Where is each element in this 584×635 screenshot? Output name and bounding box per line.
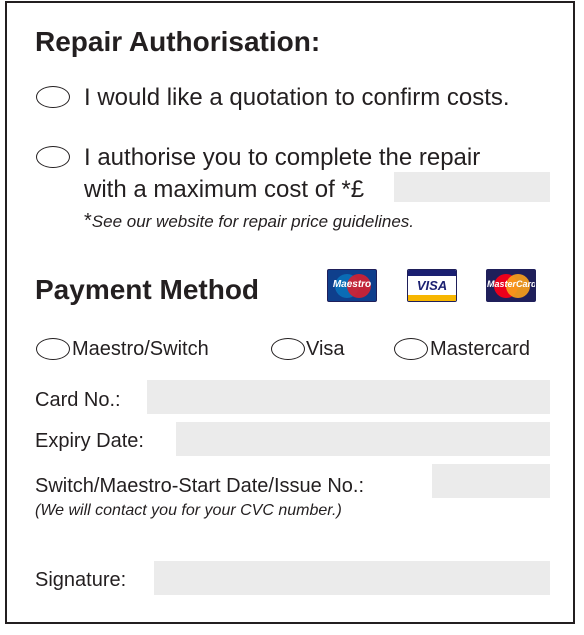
authorise-option-label: I authorise you to complete the repair	[84, 144, 481, 171]
maestro-switch-label: Maestro/Switch	[72, 338, 209, 360]
visa-radio[interactable]	[271, 338, 305, 360]
card-number-label: Card No.:	[35, 389, 121, 411]
quotation-option-label: I would like a quotation to confirm cost…	[84, 84, 510, 111]
visa-label: Visa	[306, 338, 345, 360]
payment-method-heading: Payment Method	[35, 274, 260, 305]
note-asterisk: *	[84, 210, 92, 232]
switch-issue-label: Switch/Maestro-Start Date/Issue No.:	[35, 475, 365, 497]
signature-field[interactable]	[154, 561, 550, 595]
note-text: See our website for repair price guideli…	[91, 212, 415, 231]
mastercard-radio[interactable]	[394, 338, 428, 360]
card-number-field[interactable]	[147, 380, 550, 414]
visa-top-stripe	[408, 270, 456, 276]
mastercard-label: Mastercard	[430, 338, 531, 360]
switch-issue-field[interactable]	[432, 464, 550, 498]
max-cost-field[interactable]	[394, 172, 550, 202]
visa-bottom-stripe	[408, 295, 456, 301]
expiry-date-label: Expiry Date:	[35, 430, 144, 452]
maestro-switch-radio[interactable]	[36, 338, 70, 360]
mastercard-logo: MasterCard	[486, 269, 536, 302]
maestro-logo-text: Maestro	[332, 279, 372, 290]
mastercard-logo-text: MasterCard	[487, 279, 536, 289]
price-guidelines-note: *See our website for repair price guidel…	[84, 210, 414, 233]
cvc-note: (We will contact you for your CVC number…	[35, 502, 342, 519]
repair-authorisation-heading: Repair Authorisation:	[35, 26, 321, 57]
quotation-radio[interactable]	[36, 86, 70, 108]
max-cost-label: with a maximum cost of *£	[84, 176, 365, 203]
visa-logo: VISA	[407, 269, 457, 302]
signature-label: Signature:	[35, 569, 127, 591]
expiry-date-field[interactable]	[176, 422, 550, 456]
visa-logo-text: VISA	[416, 278, 448, 293]
authorise-radio[interactable]	[36, 146, 70, 168]
maestro-logo: Maestro	[327, 269, 377, 302]
